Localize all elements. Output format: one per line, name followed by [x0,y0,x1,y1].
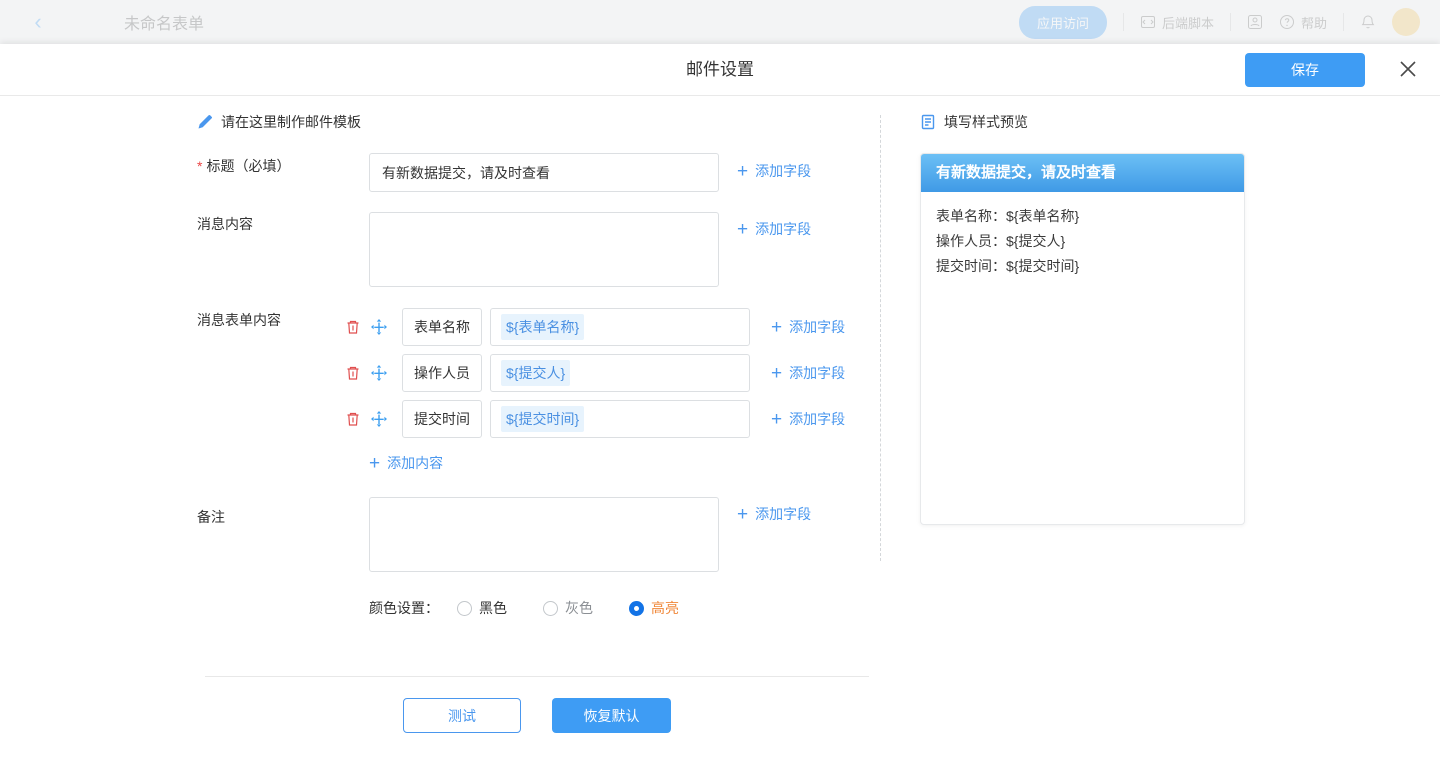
trash-icon[interactable] [345,411,361,427]
topbar-divider [1343,13,1344,31]
field-token[interactable]: ${表单名称} [501,314,584,340]
color-setting-label: 颜色设置： [369,598,439,618]
move-icon[interactable] [371,411,387,427]
move-icon[interactable] [371,365,387,381]
row-value-field[interactable]: ${提交人} [490,354,750,392]
app-access-button[interactable]: 应用访问 [1019,6,1107,39]
restore-default-button[interactable]: 恢复默认 [552,698,671,733]
plus-icon: + [737,162,748,181]
user-avatar[interactable] [1392,8,1420,36]
preview-line: 表单名称：${表单名称} [936,204,1229,229]
back-chevron-icon[interactable]: ‹ [28,0,48,44]
color-setting-group: 颜色设置： 黑色 灰色 高亮 [369,598,715,618]
script-icon [1140,14,1156,30]
trash-icon[interactable] [345,365,361,381]
add-field-link-title[interactable]: + 添加字段 [737,161,811,181]
close-icon[interactable] [1396,58,1420,82]
question-circle-icon [1279,14,1295,30]
plus-icon: + [737,220,748,239]
preview-line: 操作人员：${提交人} [936,229,1229,254]
notification-bell-icon[interactable] [1360,14,1376,30]
pencil-icon [197,114,213,130]
plus-icon: + [771,318,782,337]
profile-badge-icon[interactable] [1247,14,1263,30]
test-button[interactable]: 测试 [403,698,521,733]
add-field-link-row[interactable]: + 添加字段 [771,363,845,383]
help-menu[interactable]: 帮助 [1279,13,1327,32]
radio-highlight[interactable]: 高亮 [629,598,679,618]
message-content-textarea[interactable] [369,212,719,287]
preview-header-text: 填写样式预览 [944,112,1028,132]
section-divider [205,676,869,677]
radio-circle [457,601,472,616]
content-row: ${提交时间} + 添加字段 [345,400,845,438]
plus-icon: + [737,505,748,524]
radio-black[interactable]: 黑色 [457,598,507,618]
required-asterisk: * [197,158,202,174]
remark-textarea[interactable] [369,497,719,572]
table-content-label: 消息表单内容 [197,310,281,330]
field-token[interactable]: ${提交时间} [501,406,584,432]
preview-line: 提交时间：${提交时间} [936,254,1229,279]
backend-script-menu[interactable]: 后端脚本 [1140,13,1214,32]
document-icon [920,114,936,130]
email-settings-modal: 邮件设置 保存 请在这里制作邮件模板 *标题（必填） + 添加字段 消息内容 +… [0,44,1440,757]
save-button[interactable]: 保存 [1245,53,1365,87]
plus-icon: + [771,410,782,429]
add-field-link-row[interactable]: + 添加字段 [771,409,845,429]
row-name-input[interactable] [402,308,482,346]
radio-circle-selected [629,601,644,616]
add-field-link-remark[interactable]: + 添加字段 [737,504,811,524]
trash-icon[interactable] [345,319,361,335]
row-name-input[interactable] [402,354,482,392]
topbar-divider [1230,13,1231,31]
title-input[interactable] [369,153,719,192]
panel-divider-dashed [880,115,881,561]
row-name-input[interactable] [402,400,482,438]
radio-gray[interactable]: 灰色 [543,598,593,618]
message-content-label: 消息内容 [197,214,253,234]
content-row: ${提交人} + 添加字段 [345,354,845,392]
email-preview-card: 有新数据提交，请及时查看 表单名称：${表单名称} 操作人员：${提交人} 提交… [920,153,1245,525]
add-field-link-message[interactable]: + 添加字段 [737,219,811,239]
topbar-divider [1123,13,1124,31]
template-hint-text: 请在这里制作邮件模板 [221,112,361,132]
preview-header: 填写样式预览 [920,112,1028,132]
row-value-field[interactable]: ${表单名称} [490,308,750,346]
content-row: ${表单名称} + 添加字段 [345,308,845,346]
field-token[interactable]: ${提交人} [501,360,570,386]
add-content-link[interactable]: + 添加内容 [369,453,443,473]
add-field-link-row[interactable]: + 添加字段 [771,317,845,337]
preview-card-title: 有新数据提交，请及时查看 [921,154,1244,192]
plus-icon: + [369,454,380,473]
top-app-bar: ‹ 未命名表单 应用访问 后端脚本 帮助 [0,0,1440,44]
row-value-field[interactable]: ${提交时间} [490,400,750,438]
title-field-label: *标题（必填） [197,156,290,176]
remark-label: 备注 [197,507,225,527]
template-hint: 请在这里制作邮件模板 [197,112,361,132]
radio-circle [543,601,558,616]
plus-icon: + [771,364,782,383]
modal-header: 邮件设置 保存 [0,44,1440,96]
modal-title: 邮件设置 [0,44,1440,96]
form-name-title: 未命名表单 [124,10,204,34]
move-icon[interactable] [371,319,387,335]
